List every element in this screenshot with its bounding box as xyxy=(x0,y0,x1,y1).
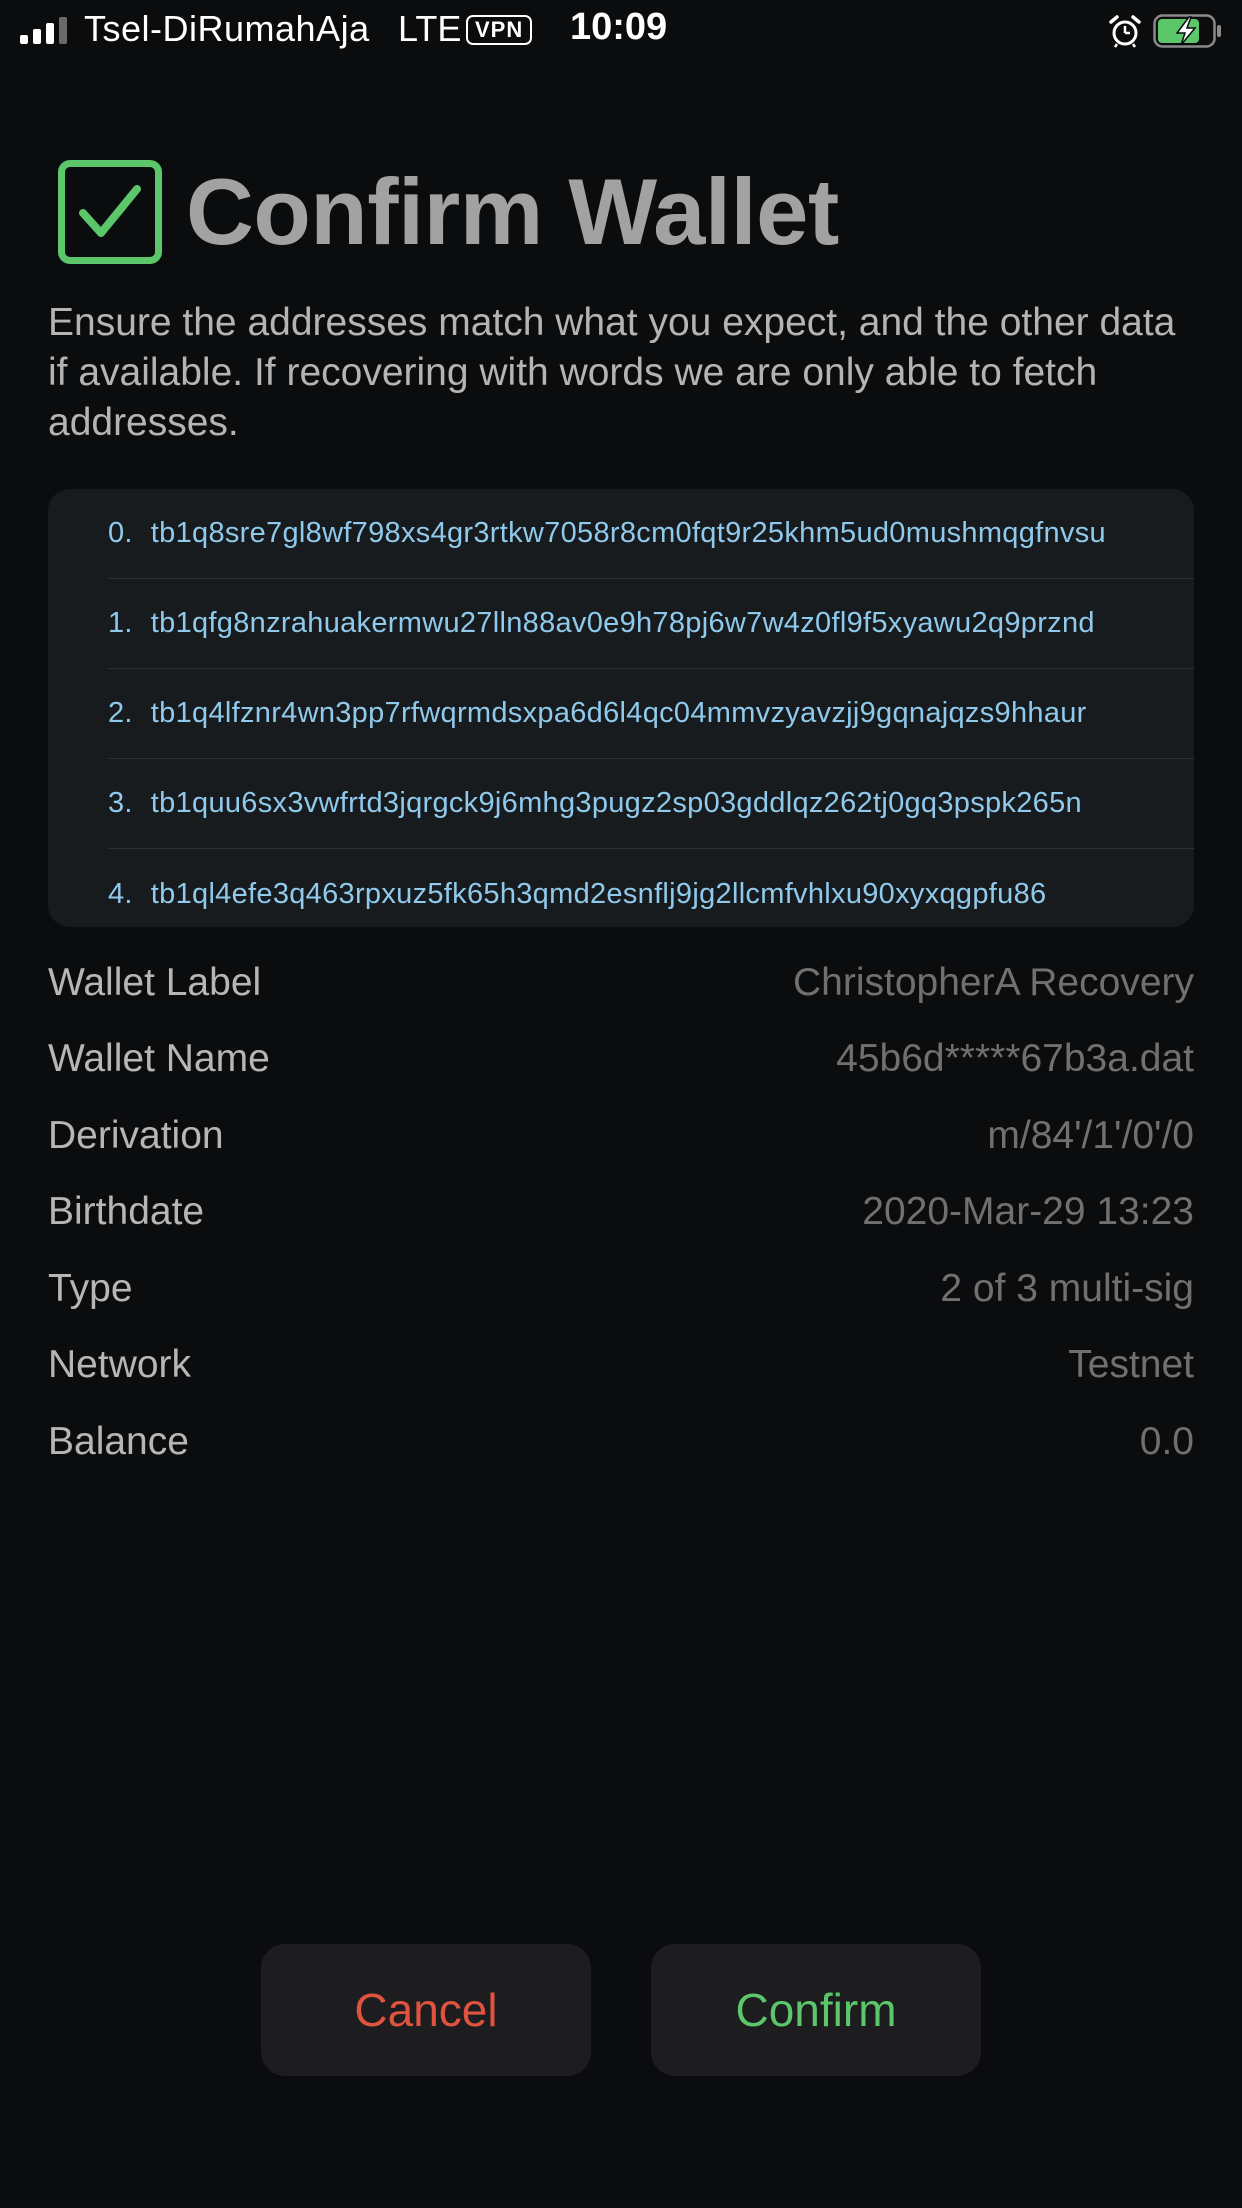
detail-value: Testnet xyxy=(1068,1343,1194,1386)
address-list[interactable]: 0. tb1q8sre7gl8wf798xs4gr3rtkw7058r8cm0f… xyxy=(48,489,1194,927)
address-index: 2. xyxy=(108,697,133,729)
detail-row-derivation: Derivation m/84'/1'/0'/0 xyxy=(48,1106,1194,1166)
detail-row-network: Network Testnet xyxy=(48,1335,1194,1395)
detail-value: 0.0 xyxy=(1139,1420,1194,1463)
address-item[interactable]: 2. tb1q4lfznr4wn3pp7rfwqrmdsxpa6d6l4qc04… xyxy=(108,669,1194,759)
address-index: 1. xyxy=(108,607,133,639)
status-bar: Tsel-DiRumahAja LTE VPN 10:09 xyxy=(0,0,1242,62)
address-index: 3. xyxy=(108,787,133,819)
detail-value: ChristopherA Recovery xyxy=(792,961,1194,1004)
status-time: 10:09 xyxy=(570,6,668,48)
detail-label: Network xyxy=(48,1343,192,1386)
detail-value: 2 of 3 multi-sig xyxy=(940,1267,1194,1310)
detail-label: Birthdate xyxy=(48,1190,205,1233)
vpn-badge: VPN xyxy=(466,15,533,45)
address-item[interactable]: 0. tb1q8sre7gl8wf798xs4gr3rtkw7058r8cm0f… xyxy=(108,489,1194,579)
detail-row-type: Type 2 of 3 multi-sig xyxy=(48,1259,1194,1319)
detail-row-wallet-name: Wallet Name 45b6d*****67b3a.dat xyxy=(48,1029,1194,1089)
checkbox-checked-icon xyxy=(58,160,162,264)
battery-charging-icon xyxy=(1153,14,1223,48)
detail-label: Wallet Name xyxy=(48,1037,270,1080)
confirm-wallet-screen: Tsel-DiRumahAja LTE VPN 10:09 Confirm Wa… xyxy=(0,0,1242,2208)
address-value: tb1q8sre7gl8wf798xs4gr3rtkw7058r8cm0fqt9… xyxy=(150,517,1106,549)
detail-label: Type xyxy=(48,1267,133,1310)
address-item[interactable]: 3. tb1quu6sx3vwfrtd3jqrgck9j6mhg3pugz2sp… xyxy=(108,759,1194,849)
detail-row-balance: Balance 0.0 xyxy=(48,1412,1194,1472)
address-value: tb1qfg8nzrahuakermwu27lln88av0e9h78pj6w7… xyxy=(150,607,1095,639)
signal-icon xyxy=(20,17,67,44)
alarm-icon xyxy=(1108,14,1142,53)
address-value: tb1q4lfznr4wn3pp7rfwqrmdsxpa6d6l4qc04mmv… xyxy=(150,697,1087,729)
address-value: tb1quu6sx3vwfrtd3jqrgck9j6mhg3pugz2sp03g… xyxy=(150,787,1082,819)
address-item[interactable]: 4. tb1ql4efe3q463rpxuz5fk65h3qmd2esnflj9… xyxy=(108,849,1194,927)
title-row: Confirm Wallet xyxy=(58,158,839,266)
page-title: Confirm Wallet xyxy=(186,159,839,264)
detail-value: 2020-Mar-29 13:23 xyxy=(862,1190,1194,1233)
cancel-button[interactable]: Cancel xyxy=(261,1944,591,2076)
address-index: 0. xyxy=(108,517,133,549)
detail-value: m/84'/1'/0'/0 xyxy=(987,1114,1194,1157)
address-value: tb1ql4efe3q463rpxuz5fk65h3qmd2esnflj9jg2… xyxy=(150,877,1047,910)
detail-label: Wallet Label xyxy=(48,961,262,1004)
address-item[interactable]: 1. tb1qfg8nzrahuakermwu27lln88av0e9h78pj… xyxy=(108,579,1194,669)
carrier-name: Tsel-DiRumahAja xyxy=(84,8,370,49)
detail-label: Balance xyxy=(48,1420,189,1463)
confirm-button[interactable]: Confirm xyxy=(651,1944,981,2076)
detail-label: Derivation xyxy=(48,1114,224,1157)
page-subtitle: Ensure the addresses match what you expe… xyxy=(48,301,1176,444)
address-index: 4. xyxy=(108,877,133,910)
network-type: LTE xyxy=(398,8,462,49)
detail-row-wallet-label: Wallet Label ChristopherA Recovery xyxy=(48,953,1194,1013)
detail-value: 45b6d*****67b3a.dat xyxy=(836,1037,1194,1080)
detail-row-birthdate: Birthdate 2020-Mar-29 13:23 xyxy=(48,1182,1194,1242)
